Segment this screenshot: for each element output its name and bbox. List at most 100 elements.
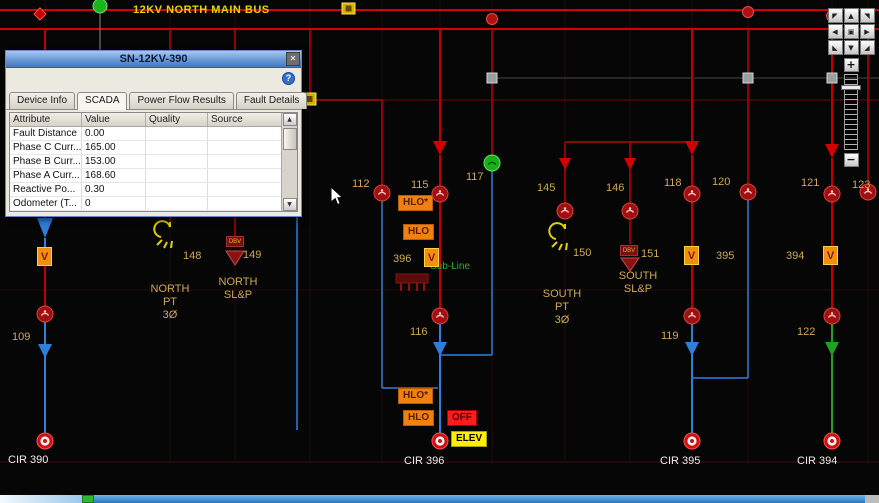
node-label-115: 115 — [411, 179, 429, 191]
zoom-slider-thumb[interactable] — [841, 85, 861, 90]
column-header-source[interactable]: Source — [208, 113, 280, 126]
pt-coil-150[interactable] — [548, 222, 568, 251]
tab-power-flow-results[interactable]: Power Flow Results — [129, 92, 234, 109]
table-row[interactable]: Phase C Curr... 165.00 — [10, 141, 297, 155]
bottom-scrollbar — [0, 495, 879, 503]
device-118[interactable] — [683, 185, 701, 203]
device-120[interactable] — [739, 183, 757, 201]
pan-up-left-icon[interactable]: ◤ — [827, 8, 843, 23]
cell-source — [208, 197, 280, 210]
cell-attribute: Reactive Po... — [10, 183, 82, 196]
table-row[interactable]: Phase A Curr... 168.60 — [10, 169, 297, 183]
device-146[interactable] — [621, 202, 639, 220]
pan-down-left-icon[interactable]: ◣ — [827, 40, 843, 55]
bottom-bar-corner — [865, 495, 879, 503]
table-row[interactable]: Fault Distance 0.00 — [10, 127, 297, 141]
feeder-112 — [381, 100, 438, 389]
cell-source — [208, 127, 280, 140]
cell-attribute: Phase A Curr... — [10, 169, 82, 182]
regulator-394[interactable]: V — [823, 246, 838, 265]
device-109[interactable] — [36, 305, 54, 323]
circuit-label-396: CIR 396 — [404, 455, 445, 467]
device-dialog: SN-12KV-390 ✕ ? Device Info SCADA Power … — [5, 50, 308, 217]
device-119[interactable] — [683, 307, 701, 325]
cell-value: 0 — [82, 197, 146, 210]
cell-quality — [146, 183, 208, 196]
cell-value: 168.60 — [82, 169, 146, 182]
circuit-label-390: CIR 390 — [8, 454, 49, 466]
zoom-pan-control: ◤ ▲ ◥ ◀ ▣ ▶ ◣ ▼ ◢ + − — [825, 8, 877, 169]
switch-350[interactable] — [341, 2, 356, 15]
table-row[interactable]: Reactive Po... 0.30 — [10, 183, 297, 197]
device-112[interactable] — [373, 184, 391, 202]
help-icon[interactable]: ? — [282, 72, 295, 85]
bottom-bar-track[interactable] — [94, 495, 865, 503]
device-145[interactable] — [556, 202, 574, 220]
node-label-149: 149 — [243, 249, 262, 261]
dbv-device-151[interactable]: DBV — [620, 245, 638, 256]
section-label-north-pt: NORTH PT 3Ø — [150, 283, 190, 321]
node-label-122: 122 — [797, 326, 816, 338]
tab-fault-details[interactable]: Fault Details — [235, 92, 308, 109]
device-121[interactable] — [823, 185, 841, 203]
column-header-attribute[interactable]: Attribute — [10, 113, 82, 126]
badge-hlo-115[interactable]: HLO — [403, 224, 435, 240]
device-117[interactable] — [483, 154, 501, 172]
breaker-cir-390[interactable] — [36, 432, 54, 450]
bus-device-492[interactable] — [486, 13, 498, 25]
scroll-up-icon[interactable]: ▲ — [282, 113, 297, 126]
regulator-395[interactable]: V — [684, 246, 699, 265]
badge-elev[interactable]: ELEV — [451, 431, 488, 447]
badge-off[interactable]: OFF — [447, 410, 477, 426]
breaker-cir-395[interactable] — [683, 432, 701, 450]
tab-device-info[interactable]: Device Info — [9, 92, 76, 109]
dialog-titlebar[interactable]: SN-12KV-390 ✕ — [6, 51, 301, 68]
pan-center-icon[interactable]: ▣ — [843, 24, 859, 39]
breaker-cir-396[interactable] — [431, 432, 449, 450]
badge-hlo-396[interactable]: HLO — [403, 410, 435, 426]
slp-transformer-149[interactable] — [225, 250, 245, 266]
close-icon[interactable]: ✕ — [286, 52, 300, 66]
flow-arrow-icon — [433, 141, 447, 155]
pan-down-icon[interactable]: ▼ — [843, 40, 859, 55]
bus-device-green[interactable] — [92, 0, 108, 14]
device-122[interactable] — [823, 307, 841, 325]
device-116[interactable] — [431, 307, 449, 325]
zoom-in-button[interactable]: + — [843, 58, 859, 72]
tab-scada[interactable]: SCADA — [77, 92, 128, 110]
pan-right-icon[interactable]: ▶ — [859, 24, 875, 39]
badge-hlo-star-115[interactable]: HLO* — [398, 195, 433, 211]
node-label-145: 145 — [537, 182, 556, 194]
table-scrollbar[interactable]: ▲ ▼ — [281, 113, 297, 211]
table-row[interactable]: Phase B Curr... 153.00 — [10, 155, 297, 169]
dbv-device-149[interactable]: DBV — [226, 236, 244, 247]
pan-down-right-icon[interactable]: ◢ — [859, 40, 875, 55]
column-header-value[interactable]: Value — [82, 113, 146, 126]
node-label-150: 150 — [573, 247, 592, 259]
feeder-south-slp — [624, 142, 636, 244]
cell-attribute: Phase B Curr... — [10, 155, 82, 168]
zoom-slider[interactable] — [841, 74, 861, 150]
fault-indicator-396[interactable] — [395, 273, 429, 291]
feeder-395 — [685, 29, 699, 433]
zoom-out-button[interactable]: − — [843, 153, 859, 167]
device-115[interactable] — [431, 185, 449, 203]
bus-device-748[interactable] — [742, 6, 754, 18]
scroll-down-icon[interactable]: ▼ — [282, 198, 297, 211]
regulator-390[interactable]: V — [37, 247, 52, 266]
column-header-quality[interactable]: Quality — [146, 113, 208, 126]
cell-source — [208, 183, 280, 196]
cell-value: 0.30 — [82, 183, 146, 196]
pan-up-right-icon[interactable]: ◥ — [859, 8, 875, 23]
scada-oneline-canvas: 12KV NORTH MAIN BUS 109 112 115 116 117 … — [0, 0, 879, 503]
flow-arrow-icon — [624, 158, 636, 170]
badge-hlo-star-396[interactable]: HLO* — [398, 388, 433, 404]
regulator-396[interactable]: V — [424, 248, 439, 267]
pt-coil-148[interactable] — [153, 220, 173, 249]
pan-left-icon[interactable]: ◀ — [827, 24, 843, 39]
pan-up-icon[interactable]: ▲ — [843, 8, 859, 23]
breaker-cir-394[interactable] — [823, 432, 841, 450]
scrollbar-thumb[interactable] — [282, 128, 297, 150]
node-label-120: 120 — [712, 176, 731, 188]
table-row[interactable]: Odometer (T... 0 — [10, 197, 297, 211]
